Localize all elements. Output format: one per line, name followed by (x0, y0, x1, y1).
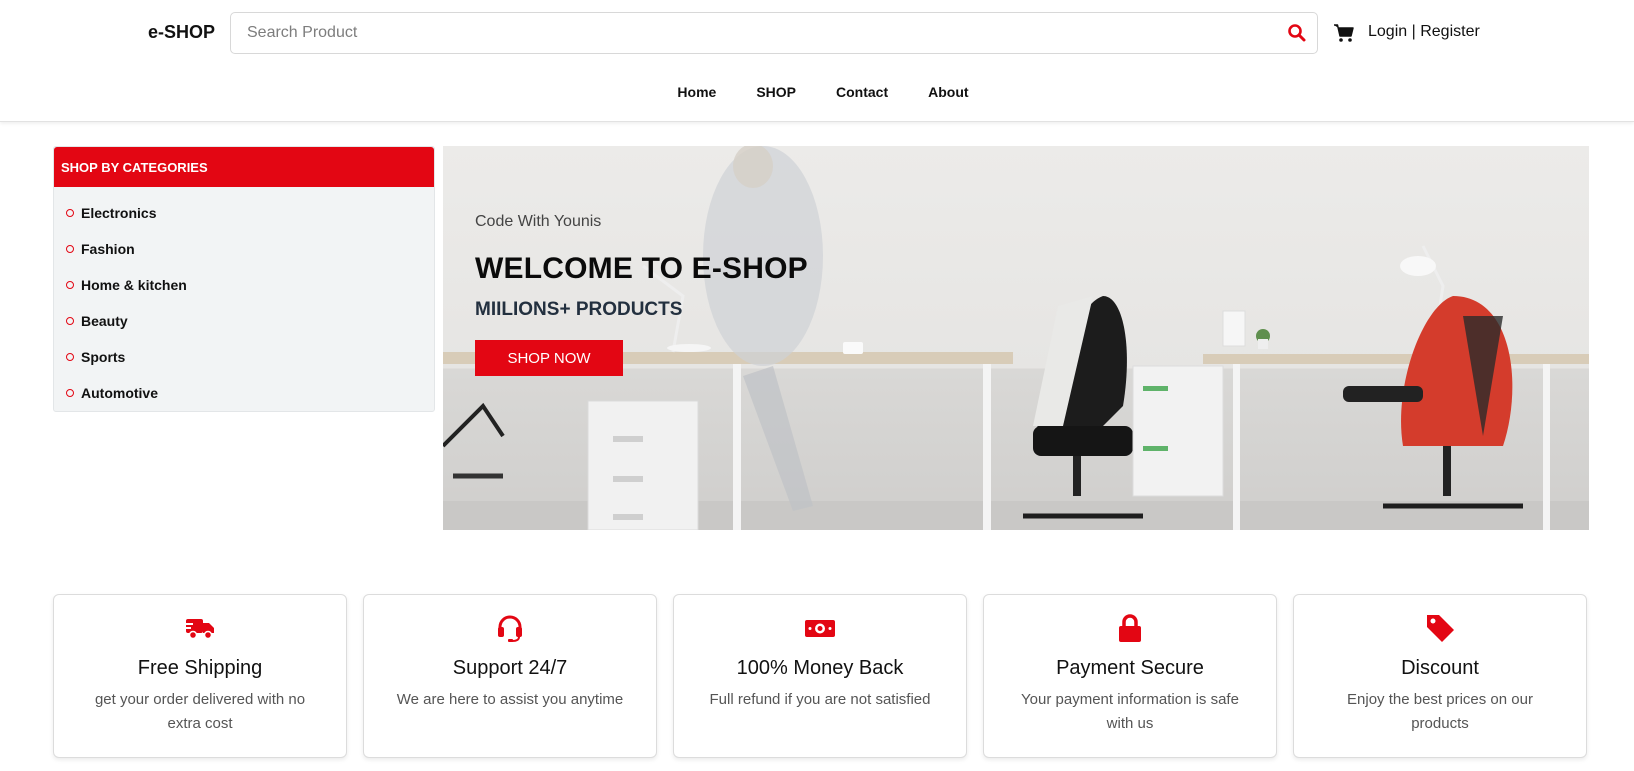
category-beauty[interactable]: Beauty (66, 303, 434, 339)
logo[interactable]: e-SHOP (148, 22, 215, 43)
hero-office-image (443, 146, 1589, 530)
category-electronics[interactable]: Electronics (66, 195, 434, 231)
category-label: Fashion (81, 241, 135, 257)
circle-bullet-icon (66, 281, 74, 289)
shop-now-button[interactable]: SHOP NOW (475, 340, 623, 376)
nav-about[interactable]: About (928, 84, 968, 100)
feature-title: 100% Money Back (736, 657, 904, 679)
shipping-truck-icon (54, 611, 346, 645)
nav-home[interactable]: Home (677, 84, 716, 100)
auth-links: Login | Register (1368, 23, 1480, 41)
login-link[interactable]: Login (1368, 23, 1407, 40)
category-label: Electronics (81, 205, 157, 221)
circle-bullet-icon (66, 353, 74, 361)
nav-shop[interactable]: SHOP (756, 84, 796, 100)
headset-icon (364, 611, 656, 645)
categories-list: Electronics Fashion Home & kitchen Beaut… (54, 187, 434, 411)
category-sports[interactable]: Sports (66, 339, 434, 375)
category-label: Beauty (81, 313, 128, 329)
feature-card-support: Support 24/7 We are here to assist you a… (363, 594, 657, 758)
search-icon[interactable] (1287, 23, 1307, 43)
category-fashion[interactable]: Fashion (66, 231, 434, 267)
features-row: Free Shipping get your order delivered w… (53, 594, 1588, 758)
circle-bullet-icon (66, 245, 74, 253)
lock-icon (984, 611, 1276, 645)
search-input[interactable] (231, 13, 1271, 53)
hero-tagline: MIILIONS+ PRODUCTS (475, 299, 683, 320)
hero-subtitle: Code With Younis (475, 213, 602, 230)
category-label: Automotive (81, 385, 158, 401)
cart-icon[interactable] (1333, 23, 1355, 43)
category-home-kitchen[interactable]: Home & kitchen (66, 267, 434, 303)
category-label: Home & kitchen (81, 277, 187, 293)
category-automotive[interactable]: Automotive (66, 375, 434, 411)
search-bar (230, 12, 1318, 54)
feature-title: Discount (1401, 657, 1479, 679)
main-nav: Home SHOP Contact About (0, 84, 1634, 100)
feature-text: We are here to assist you anytime (396, 691, 624, 708)
feature-card-shipping: Free Shipping get your order delivered w… (53, 594, 347, 758)
header: e-SHOP Login | Register Home SHOP Contac… (0, 0, 1634, 122)
nav-contact[interactable]: Contact (836, 84, 888, 100)
circle-bullet-icon (66, 389, 74, 397)
feature-card-payment: Payment Secure Your payment information … (983, 594, 1277, 758)
feature-title: Free Shipping (137, 657, 263, 679)
categories-title: SHOP BY CATEGORIES (54, 147, 434, 187)
auth-separator: | (1411, 23, 1416, 40)
category-label: Sports (81, 349, 126, 365)
categories-panel: SHOP BY CATEGORIES Electronics Fashion H… (53, 146, 435, 412)
register-link[interactable]: Register (1420, 23, 1480, 40)
money-bill-icon (674, 611, 966, 645)
hero-title: WELCOME TO E-SHOP (475, 252, 808, 285)
feature-text: Your payment information is safe with us (1021, 691, 1239, 732)
tag-icon (1294, 611, 1586, 645)
feature-title: Payment Secure (1056, 657, 1204, 679)
circle-bullet-icon (66, 317, 74, 325)
feature-card-money-back: 100% Money Back Full refund if you are n… (673, 594, 967, 758)
feature-text: Full refund if you are not satisfied (709, 691, 931, 708)
feature-text: get your order delivered with no extra c… (94, 691, 306, 732)
circle-bullet-icon (66, 209, 74, 217)
hero-banner: Code With Younis WELCOME TO E-SHOP MIILI… (443, 146, 1589, 530)
feature-text: Enjoy the best prices on our products (1347, 691, 1533, 732)
feature-title: Support 24/7 (452, 657, 568, 679)
feature-card-discount: Discount Enjoy the best prices on our pr… (1293, 594, 1587, 758)
